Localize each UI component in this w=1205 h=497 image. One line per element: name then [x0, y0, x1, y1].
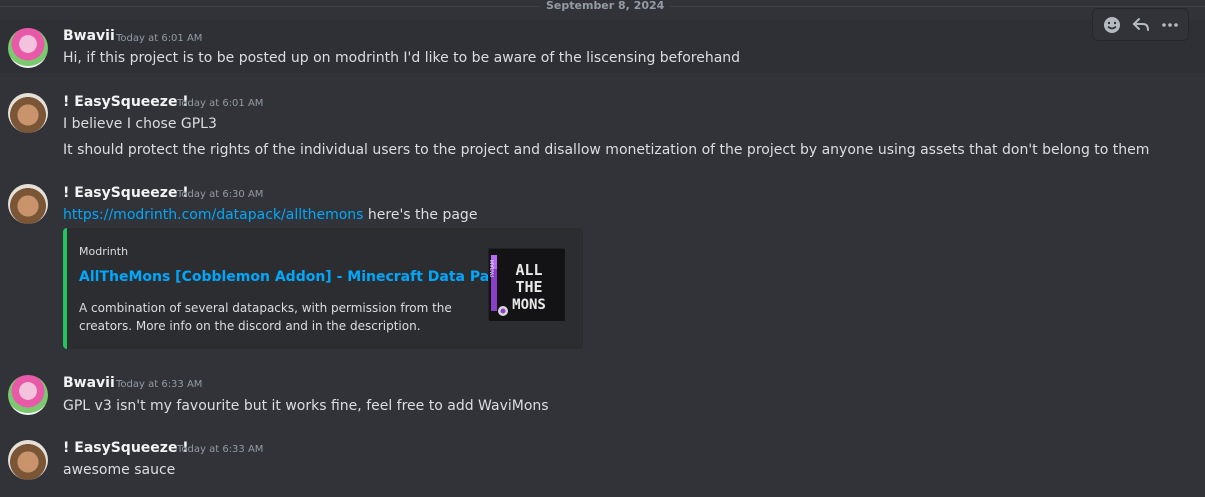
- avatar[interactable]: [8, 184, 48, 224]
- reply-button[interactable]: [1129, 13, 1153, 37]
- avatar[interactable]: [8, 28, 48, 68]
- message-5[interactable]: ! EasySqueeze ! Today at 6:33 AM awesome…: [0, 432, 1205, 492]
- author-name[interactable]: ! EasySqueeze !: [63, 440, 189, 456]
- message-timestamp[interactable]: Today at 6:33 AM: [177, 444, 263, 455]
- message-text: awesome sauce: [63, 462, 176, 478]
- embed-description: A combination of several datapacks, with…: [79, 301, 452, 333]
- avatar[interactable]: [8, 93, 48, 133]
- thumbnail-line-3: MONS: [512, 297, 546, 313]
- avatar[interactable]: [8, 440, 48, 480]
- message-text-suffix: here's the page: [363, 207, 478, 223]
- thumbnail-line-1: ALL: [515, 261, 542, 279]
- message-text: GPL v3 isn't my favourite but it works f…: [63, 398, 549, 414]
- reply-icon: [1132, 17, 1149, 31]
- message-1[interactable]: Bwavii Today at 6:01 AM Hi, if this proj…: [0, 20, 1205, 73]
- embed-title[interactable]: AllTheMons [Cobblemon Addon] - Minecraft…: [79, 269, 507, 285]
- author-name[interactable]: Bwavii: [63, 375, 115, 391]
- message-timestamp[interactable]: Today at 6:33 AM: [116, 379, 202, 390]
- add-reaction-button[interactable]: [1100, 13, 1124, 37]
- thumbnail-tag: PARAM: [490, 260, 496, 277]
- thumbnail-line-2: THE: [515, 278, 542, 296]
- message-text: I believe I chose GPL3: [63, 116, 217, 132]
- date-divider-label: September 8, 2024: [540, 0, 671, 12]
- author-name[interactable]: ! EasySqueeze !: [63, 94, 189, 110]
- more-options-button[interactable]: [1158, 13, 1182, 37]
- allthemons-logo-image: PARAM ALL THE MONS: [489, 249, 565, 321]
- author-name[interactable]: Bwavii: [63, 28, 115, 44]
- link-embed: Modrinth AllTheMons [Cobblemon Addon] - …: [63, 228, 583, 349]
- message-2[interactable]: ! EasySqueeze ! Today at 6:01 AM I belie…: [0, 85, 1205, 165]
- author-name[interactable]: ! EasySqueeze !: [63, 185, 189, 201]
- message-timestamp[interactable]: Today at 6:30 AM: [177, 189, 263, 200]
- message-link[interactable]: https://modrinth.com/datapack/allthemons: [63, 207, 363, 223]
- message-timestamp[interactable]: Today at 6:01 AM: [177, 98, 263, 109]
- message-text: It should protect the rights of the indi…: [63, 142, 1150, 158]
- embed-thumbnail[interactable]: PARAM ALL THE MONS: [488, 248, 565, 321]
- message-text: Hi, if this project is to be posted up o…: [63, 50, 741, 66]
- avatar[interactable]: [8, 375, 48, 415]
- message-timestamp[interactable]: Today at 6:01 AM: [116, 33, 202, 44]
- emoji-reaction-icon: [1103, 16, 1120, 33]
- message-4[interactable]: Bwavii Today at 6:33 AM GPL v3 isn't my …: [0, 367, 1205, 422]
- more-options-icon: [1161, 22, 1178, 27]
- message-action-bar: [1092, 8, 1189, 41]
- embed-provider[interactable]: Modrinth: [79, 245, 128, 258]
- message-text: https://modrinth.com/datapack/allthemons…: [63, 207, 477, 223]
